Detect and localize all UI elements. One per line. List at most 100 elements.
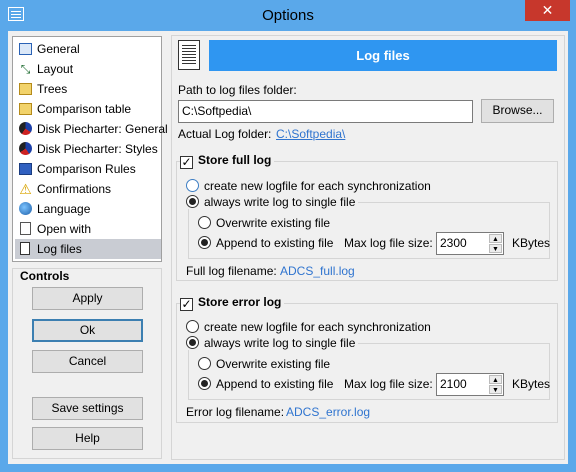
error-log-max-size-spinner[interactable]: 2100 ▲ ▼ <box>436 373 504 396</box>
error-log-filename-label: Error log filename: <box>186 405 285 419</box>
rules-icon <box>19 163 32 175</box>
tree-item-label: Trees <box>37 82 68 96</box>
radio-icon <box>186 336 199 349</box>
tree-item-trees[interactable]: Trees <box>15 79 161 99</box>
full-log-title: Store full log <box>198 153 272 167</box>
apply-button[interactable]: Apply <box>32 287 143 310</box>
tree-item-confirmations[interactable]: ⚠ Confirmations <box>15 179 161 199</box>
path-input[interactable]: C:\Softpedia\ <box>178 100 473 123</box>
radio-label: create new logfile for each synchronizat… <box>204 179 431 193</box>
warning-icon: ⚠ <box>19 181 32 197</box>
tree-item-open-with[interactable]: Open with <box>15 219 161 239</box>
tree-item-label: Language <box>37 202 91 216</box>
radio-label: Append to existing file <box>216 377 334 391</box>
radio-label: Overwrite existing file <box>216 357 331 371</box>
radio-icon <box>198 377 211 390</box>
radio-icon <box>186 320 199 333</box>
error-log-max-label: Max log file size: <box>344 377 433 391</box>
open-with-icon <box>20 222 31 235</box>
radio-icon <box>198 216 211 229</box>
piechart-icon <box>19 122 32 135</box>
full-log-opt-each[interactable]: create new logfile for each synchronizat… <box>186 179 431 193</box>
full-log-opt-overwrite[interactable]: Overwrite existing file <box>198 216 330 230</box>
tree-item-language[interactable]: Language <box>15 199 161 219</box>
ok-button[interactable]: Ok <box>32 319 143 342</box>
radio-label: create new logfile for each synchronizat… <box>204 320 431 334</box>
spin-up-icon[interactable]: ▲ <box>489 375 502 384</box>
full-log-opt-append[interactable]: Append to existing file <box>198 236 333 250</box>
controls-label: Controls <box>18 269 72 283</box>
error-log-checkbox[interactable]: ✓ Store error log <box>180 295 285 311</box>
tree-item-log-files[interactable]: Log files <box>15 239 161 259</box>
spin-up-icon[interactable]: ▲ <box>489 234 502 243</box>
options-window: Options ✕ General ⤡ Layout Trees Compari… <box>0 0 576 472</box>
cancel-button[interactable]: Cancel <box>32 350 143 373</box>
radio-label: always write log to single file <box>204 336 356 350</box>
options-tree[interactable]: General ⤡ Layout Trees Comparison table … <box>12 36 168 262</box>
full-log-unit: KBytes <box>512 236 551 250</box>
full-log-check-icon: ✓ <box>180 155 193 169</box>
tree-item-label: Log files <box>37 242 82 256</box>
radio-icon <box>198 236 211 249</box>
error-log-check-icon: ✓ <box>180 297 193 311</box>
layout-icon: ⤡ <box>20 62 31 76</box>
tree-item-layout[interactable]: ⤡ Layout <box>15 59 161 79</box>
browse-button[interactable]: Browse... <box>481 99 554 123</box>
error-log-opt-append[interactable]: Append to existing file <box>198 377 333 391</box>
comparison-table-icon <box>19 103 32 115</box>
full-log-filename-label: Full log filename: <box>186 264 277 278</box>
log-files-icon <box>20 242 30 255</box>
trees-icon <box>19 83 32 95</box>
radio-label: Append to existing file <box>216 236 334 250</box>
window-title: Options <box>262 7 314 24</box>
full-log-opt-single[interactable]: always write log to single file <box>186 195 359 209</box>
help-button[interactable]: Help <box>32 427 143 450</box>
tree-item-comparison-table[interactable]: Comparison table <box>15 99 161 119</box>
radio-icon <box>186 179 199 192</box>
radio-icon <box>186 195 199 208</box>
tree-item-label: Open with <box>37 222 92 236</box>
tree-item-disk-piecharter-general[interactable]: Disk Piecharter: General <box>15 119 168 139</box>
tree-item-label: General <box>37 42 80 56</box>
spinner-buttons: ▲ ▼ <box>489 375 502 394</box>
spinner-value: 2300 <box>440 236 467 250</box>
radio-icon <box>198 357 211 370</box>
error-log-opt-each[interactable]: create new logfile for each synchronizat… <box>186 320 431 334</box>
tree-item-label: Disk Piecharter: General <box>37 122 168 136</box>
tree-item-label: Layout <box>37 62 74 76</box>
piechart-styles-icon <box>19 142 32 155</box>
dialog-client: General ⤡ Layout Trees Comparison table … <box>8 31 568 464</box>
spinner-value: 2100 <box>440 377 467 391</box>
globe-icon <box>19 202 32 215</box>
radio-label: always write log to single file <box>204 195 356 209</box>
panel-header: Log files <box>209 40 557 71</box>
radio-label: Overwrite existing file <box>216 216 331 230</box>
actual-log-folder-link[interactable]: C:\Softpedia\ <box>276 127 345 141</box>
save-settings-button[interactable]: Save settings <box>32 397 143 420</box>
log-files-panel: Log files Path to log files folder: C:\S… <box>171 35 565 460</box>
full-log-checkbox[interactable]: ✓ Store full log <box>180 153 275 169</box>
tree-item-comparison-rules[interactable]: Comparison Rules <box>15 159 161 179</box>
error-log-filename-link[interactable]: ADCS_error.log <box>286 405 370 419</box>
full-log-filename-link[interactable]: ADCS_full.log <box>280 264 355 278</box>
title-bar[interactable]: Options ✕ <box>0 0 576 31</box>
error-log-unit: KBytes <box>512 377 551 391</box>
error-log-opt-overwrite[interactable]: Overwrite existing file <box>198 357 330 371</box>
full-log-max-label: Max log file size: <box>344 236 433 250</box>
full-log-max-size-spinner[interactable]: 2300 ▲ ▼ <box>436 232 504 255</box>
error-log-opt-single[interactable]: always write log to single file <box>186 336 359 350</box>
actual-log-folder-label: Actual Log folder: <box>178 127 272 141</box>
tree-item-label: Comparison Rules <box>37 162 136 176</box>
path-label: Path to log files folder: <box>178 83 297 97</box>
spinner-buttons: ▲ ▼ <box>489 234 502 253</box>
tree-item-general[interactable]: General <box>15 39 161 59</box>
tree-item-label: Disk Piecharter: Styles <box>37 142 158 156</box>
tree-item-label: Comparison table <box>37 102 132 116</box>
general-icon <box>19 43 32 55</box>
spin-down-icon[interactable]: ▼ <box>489 244 502 253</box>
log-document-icon <box>178 40 200 70</box>
tree-item-label: Confirmations <box>37 182 112 196</box>
tree-item-disk-piecharter-styles[interactable]: Disk Piecharter: Styles <box>15 139 161 159</box>
close-button[interactable]: ✕ <box>525 0 570 21</box>
spin-down-icon[interactable]: ▼ <box>489 385 502 394</box>
